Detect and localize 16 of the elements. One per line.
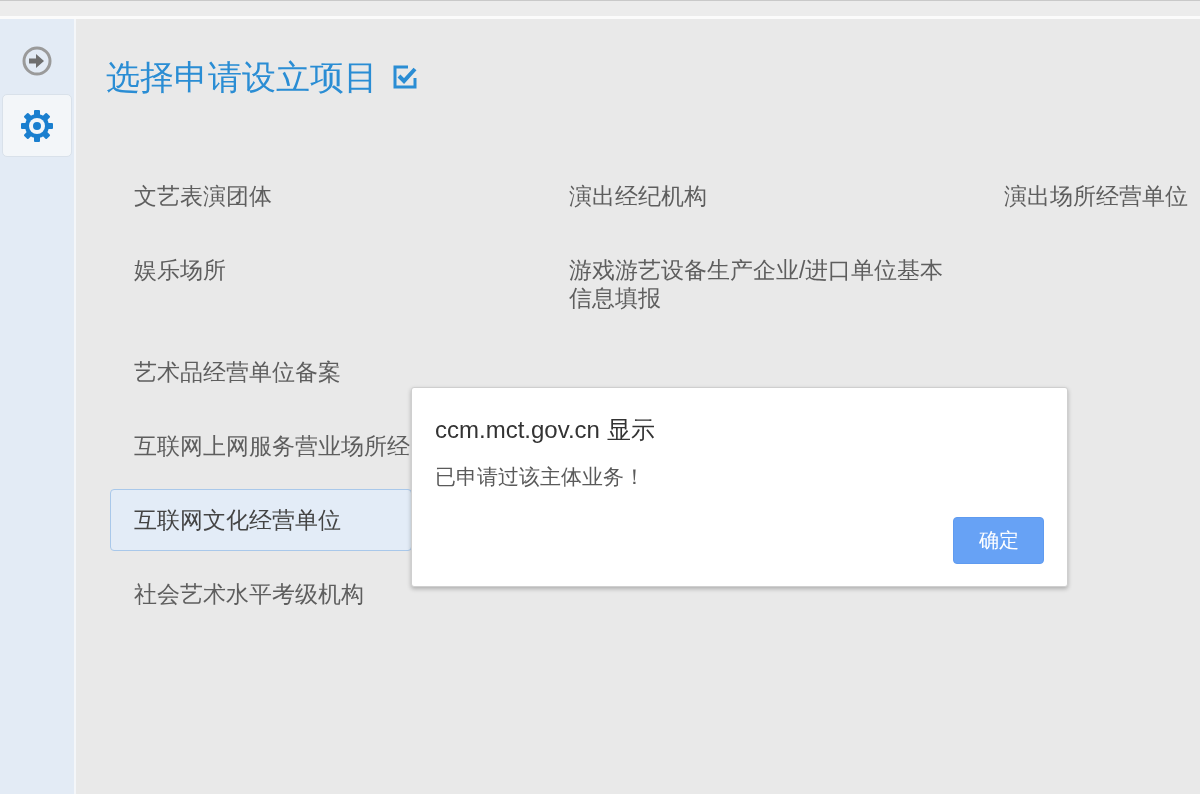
project-item[interactable]: 互联网文化经营单位 bbox=[110, 489, 412, 551]
project-item[interactable]: 演出场所经营单位 bbox=[980, 165, 1200, 227]
project-item[interactable]: 游戏游艺设备生产企业/进口单位基本信息填报 bbox=[545, 239, 980, 329]
project-item[interactable]: 演出经纪机构 bbox=[545, 165, 980, 227]
sidebar-tab[interactable] bbox=[2, 94, 72, 157]
arrow-circle-icon bbox=[22, 45, 52, 76]
check-square-icon bbox=[392, 64, 418, 90]
project-item[interactable]: 艺术品经营单位备案 bbox=[110, 341, 412, 403]
dialog-message: 已申请过该主体业务！ bbox=[435, 464, 646, 490]
project-item[interactable]: 互联网上网服务营业场所经 bbox=[110, 415, 412, 477]
project-item[interactable]: 娱乐场所 bbox=[110, 239, 412, 301]
dialog-title: ccm.mct.gov.cn 显示 bbox=[435, 415, 656, 445]
page-title: 选择申请设立项目 bbox=[106, 57, 378, 98]
project-item[interactable]: 文艺表演团体 bbox=[110, 165, 412, 227]
project-item[interactable]: 社会艺术水平考级机构 bbox=[110, 563, 412, 625]
gear-icon bbox=[20, 108, 54, 143]
